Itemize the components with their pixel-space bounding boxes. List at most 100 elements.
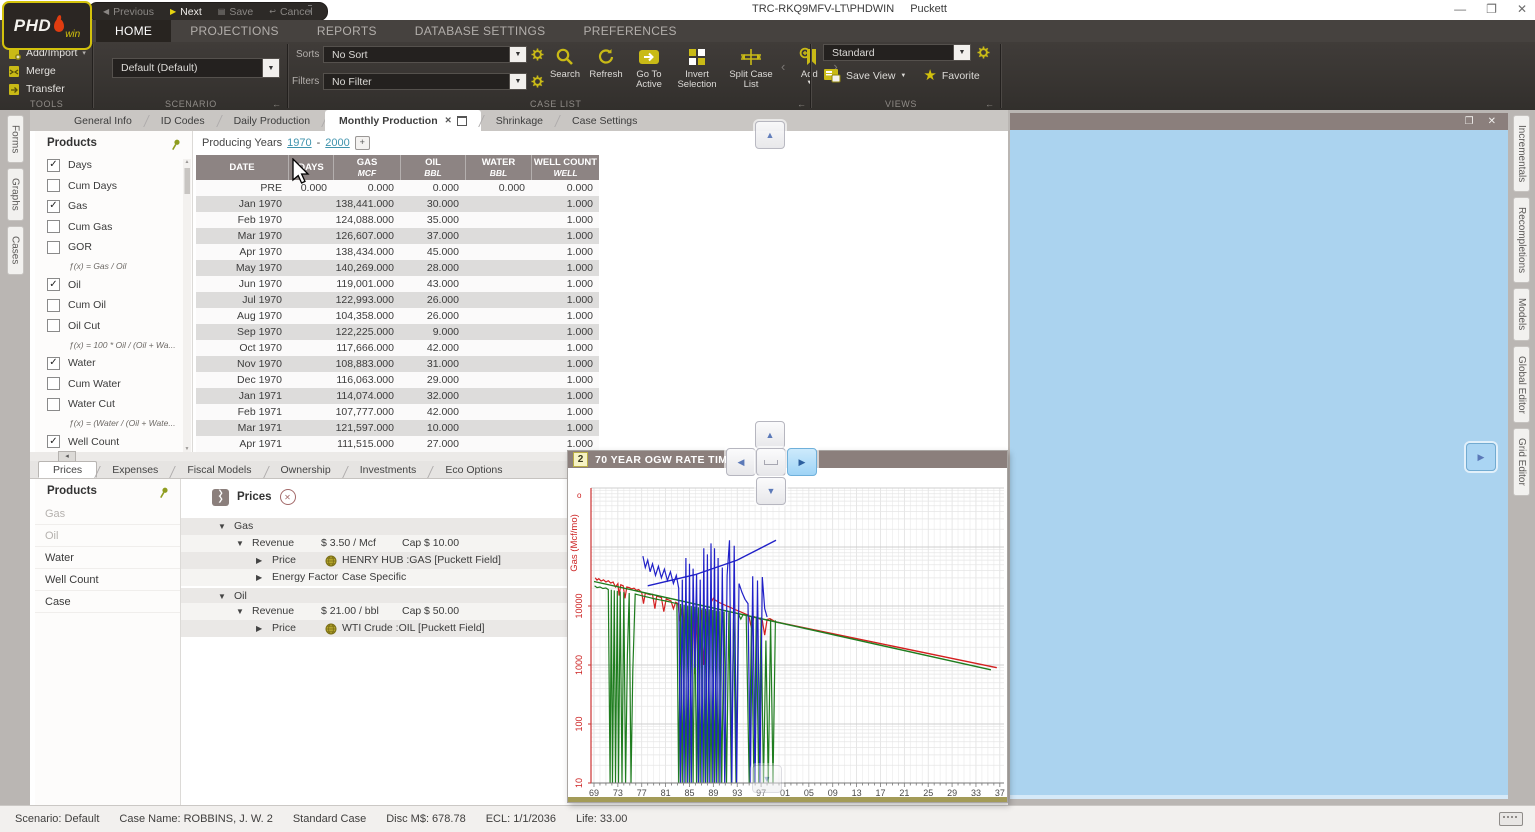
table-row[interactable]: Jan 1970138,441.00030.0001.000: [196, 196, 599, 212]
checkbox-icon[interactable]: ✓: [47, 159, 60, 172]
invert-selection-button[interactable]: Invert Selection: [671, 45, 723, 91]
product-checkbox-row[interactable]: ✓Water: [35, 353, 192, 374]
ribbon-tab-database-settings[interactable]: DATABASE SETTINGS: [396, 20, 565, 42]
product-checkbox-row[interactable]: ✓Well Count: [35, 432, 192, 453]
add-years-icon[interactable]: +: [355, 136, 370, 150]
table-row[interactable]: PRE0.0000.0000.0000.0000.000: [196, 180, 599, 196]
products-scrollbar[interactable]: ▲ ▼: [183, 159, 191, 452]
product-checkbox-row[interactable]: GOR: [35, 237, 192, 258]
expand-down-icon[interactable]: ▼: [236, 607, 244, 616]
tab-expenses[interactable]: Expenses: [98, 461, 172, 478]
column-header[interactable]: GASMCF: [333, 155, 400, 180]
product-checkbox-row[interactable]: Oil Cut: [35, 316, 192, 337]
table-row[interactable]: Sep 1970122,225.0009.0001.000: [196, 324, 599, 340]
refresh-button[interactable]: Refresh: [585, 45, 627, 81]
transfer-button[interactable]: Transfer: [8, 82, 65, 96]
table-row[interactable]: Mar 1971121,597.00010.0001.000: [196, 420, 599, 436]
checkbox-icon[interactable]: ✓: [47, 435, 60, 448]
scenario-collapse-icon[interactable]: ←: [272, 99, 281, 109]
table-row[interactable]: Aug 1970104,358.00026.0001.000: [196, 308, 599, 324]
split-case-list-button[interactable]: Split Case List: [723, 45, 779, 91]
scenario-dropdown[interactable]: Default (Default) ▼: [112, 58, 280, 78]
dock-guide-right-edge-button[interactable]: ▶: [1466, 443, 1496, 471]
scrollbar-thumb[interactable]: [184, 168, 190, 194]
float-tab-icon[interactable]: [457, 116, 467, 126]
save-button[interactable]: ▤Save: [218, 6, 254, 18]
product-checkbox-row[interactable]: Cum Gas: [35, 217, 192, 238]
dock-guide-down-button[interactable]: ▼: [756, 477, 786, 505]
maximize-button[interactable]: ❐: [1486, 2, 1497, 16]
dock-guide-top-edge-button[interactable]: ▲: [755, 121, 785, 149]
clear-prices-icon[interactable]: ✕: [280, 489, 296, 505]
expand-down-icon[interactable]: ▼: [218, 592, 226, 601]
pin-icon[interactable]: [158, 486, 170, 499]
favorite-button[interactable]: ★ Favorite: [923, 70, 979, 82]
tab-fiscal-models[interactable]: Fiscal Models: [173, 461, 265, 478]
case-list-collapse-icon[interactable]: ←: [797, 99, 806, 109]
tab-monthly-production[interactable]: Monthly Production✕: [325, 110, 481, 131]
views-dropdown[interactable]: Standard ▼: [823, 44, 971, 61]
product-checkbox-row[interactable]: Water Cut: [35, 394, 192, 415]
views-collapse-icon[interactable]: ←: [985, 99, 994, 109]
producing-years-to-link[interactable]: 2000: [325, 137, 349, 149]
product-checkbox-row[interactable]: Cum Days: [35, 176, 192, 197]
producing-years-from-link[interactable]: 1970: [287, 137, 311, 149]
checkbox-icon[interactable]: [47, 179, 60, 192]
table-row[interactable]: Oct 1970117,666.00042.0001.000: [196, 340, 599, 356]
customize-toolbar-button[interactable]: ▾: [308, 5, 312, 16]
ribbon-tab-home[interactable]: HOME: [96, 20, 171, 42]
dock-guide-center-button[interactable]: [756, 448, 786, 476]
ribbon-tab-projections[interactable]: PROJECTIONS: [171, 20, 298, 42]
expand-right-icon[interactable]: ▶: [256, 556, 262, 565]
ribbon-tab-reports[interactable]: REPORTS: [298, 20, 396, 42]
search-button[interactable]: Search: [545, 45, 585, 81]
table-row[interactable]: Nov 1970108,883.00031.0001.000: [196, 356, 599, 372]
bottom-product-item[interactable]: Oil: [35, 525, 180, 547]
column-header[interactable]: OILBBL: [400, 155, 465, 180]
pin-icon[interactable]: [170, 138, 182, 151]
column-header[interactable]: WELL COUNTWELL: [531, 155, 599, 180]
checkbox-icon[interactable]: ✓: [47, 278, 60, 291]
keyboard-icon[interactable]: [1499, 812, 1523, 826]
minimize-button[interactable]: —: [1454, 2, 1466, 16]
checkbox-icon[interactable]: [47, 220, 60, 233]
tab-prices[interactable]: Prices: [38, 461, 97, 478]
bottom-product-item[interactable]: Water: [35, 547, 180, 569]
table-row[interactable]: Feb 1970124,088.00035.0001.000: [196, 212, 599, 228]
scroll-left-icon[interactable]: ‹: [781, 59, 785, 74]
product-checkbox-row[interactable]: Cum Oil: [35, 295, 192, 316]
dock-guide-right-button[interactable]: ▶: [787, 448, 817, 476]
filters-gear-icon[interactable]: [531, 75, 544, 88]
sorts-dropdown[interactable]: No Sort ▼: [323, 46, 527, 63]
previous-button[interactable]: ◀Previous: [103, 6, 154, 18]
panel-close-icon[interactable]: ✕: [1488, 116, 1496, 127]
bottom-product-item[interactable]: Case: [35, 591, 180, 613]
tab-shrinkage[interactable]: Shrinkage: [482, 110, 557, 131]
checkbox-icon[interactable]: [47, 299, 60, 312]
expand-down-icon[interactable]: ▼: [218, 522, 226, 531]
table-row[interactable]: Jul 1970122,993.00026.0001.000: [196, 292, 599, 308]
product-checkbox-row[interactable]: Cum Water: [35, 374, 192, 395]
table-row[interactable]: Feb 1971107,777.00042.0001.000: [196, 404, 599, 420]
tab-case-settings[interactable]: Case Settings: [558, 110, 651, 131]
tab-eco-options[interactable]: Eco Options: [431, 461, 516, 478]
tab-daily-production[interactable]: Daily Production: [220, 110, 324, 131]
cancel-button[interactable]: ↩Cancel: [269, 6, 312, 18]
checkbox-icon[interactable]: ✓: [47, 200, 60, 213]
checkbox-icon[interactable]: [47, 241, 60, 254]
dock-guide-left-button[interactable]: ◀: [726, 448, 756, 476]
close-button[interactable]: ✕: [1517, 2, 1527, 16]
next-button[interactable]: ▶Next: [170, 6, 202, 18]
sorts-gear-icon[interactable]: [531, 48, 544, 61]
table-row[interactable]: Apr 1971111,515.00027.0001.000: [196, 436, 599, 452]
expand-right-icon[interactable]: ▶: [256, 573, 262, 582]
tab-ownership[interactable]: Ownership: [267, 461, 345, 478]
product-checkbox-row[interactable]: ✓Oil: [35, 275, 192, 296]
checkbox-icon[interactable]: [47, 319, 60, 332]
right-tab-recompletions[interactable]: Recompletions: [1513, 197, 1530, 283]
table-row[interactable]: Jan 1971114,074.00032.0001.000: [196, 388, 599, 404]
sidebar-tab-cases[interactable]: Cases: [7, 226, 24, 274]
panel-maximize-icon[interactable]: ❐: [1465, 116, 1474, 127]
checkbox-icon[interactable]: [47, 398, 60, 411]
table-row[interactable]: Mar 1970126,607.00037.0001.000: [196, 228, 599, 244]
